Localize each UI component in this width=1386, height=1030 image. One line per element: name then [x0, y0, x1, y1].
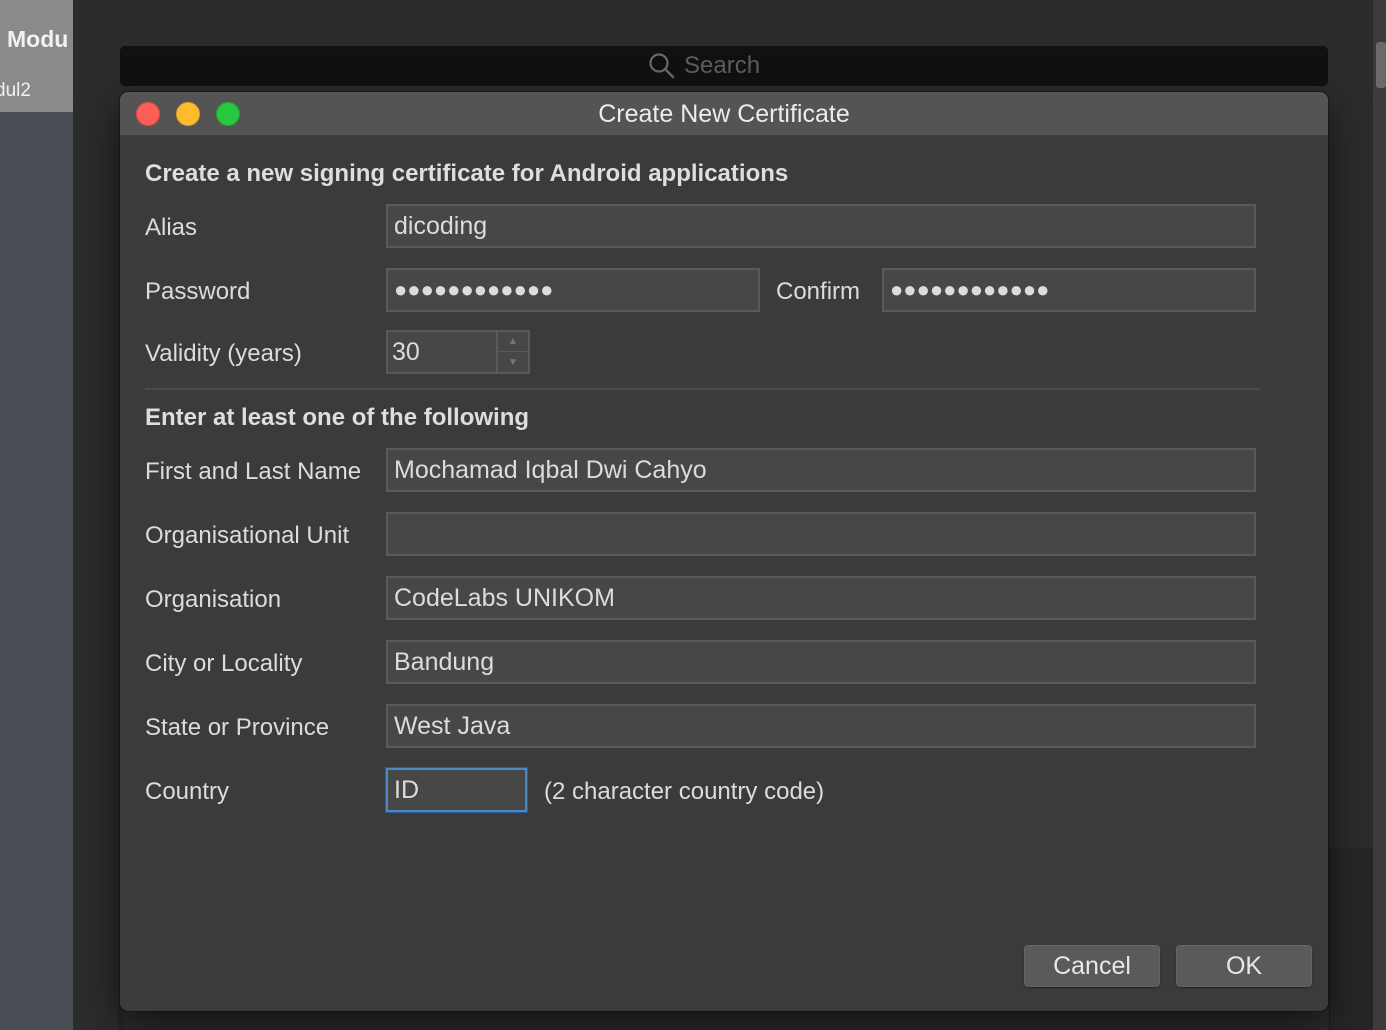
first-last-name-field[interactable]: Mochamad Iqbal Dwi Cahyo — [386, 448, 1256, 492]
organisation-field[interactable]: CodeLabs UNIKOM — [386, 576, 1256, 620]
search-icon — [649, 53, 675, 79]
country-field[interactable]: ID — [386, 768, 527, 812]
validity-spinner[interactable]: 30 ▲ ▼ — [386, 330, 530, 374]
background-panel-edge — [1329, 848, 1373, 1030]
country-label: Country — [145, 778, 230, 805]
background-module-panel: Modu dul2 — [0, 0, 73, 112]
cancel-button[interactable]: Cancel — [1024, 945, 1160, 987]
confirm-password-field[interactable]: ●●●●●●●●●●●● — [882, 268, 1256, 312]
alias-field[interactable]: dicoding — [386, 204, 1256, 248]
alias-label: Alias — [145, 214, 198, 241]
country-hint: (2 character country code) — [544, 778, 825, 805]
validity-value[interactable]: 30 — [392, 332, 420, 372]
decrement-button[interactable]: ▼ — [498, 352, 528, 372]
search-content: Search — [648, 52, 760, 80]
name-label: First and Last Name — [145, 458, 362, 485]
confirm-label: Confirm — [776, 278, 861, 305]
organisational-unit-field[interactable] — [386, 512, 1256, 556]
city-field[interactable]: Bandung — [386, 640, 1256, 684]
section-heading-distinguished-name: Enter at least one of the following — [145, 404, 530, 431]
organisation-label: Organisation — [145, 586, 282, 613]
password-label: Password — [145, 278, 251, 305]
state-label: State or Province — [145, 714, 330, 741]
dialog-title: Create New Certificate — [598, 100, 850, 128]
state-field[interactable]: West Java — [386, 704, 1256, 748]
background-scrollbar-thumb[interactable] — [1376, 42, 1386, 88]
org-unit-label: Organisational Unit — [145, 522, 350, 549]
dialog-titlebar[interactable]: Create New Certificate — [120, 92, 1328, 136]
background-module-sub: dul2 — [0, 80, 31, 101]
validity-stepper: ▲ ▼ — [496, 332, 528, 372]
city-label: City or Locality — [145, 650, 303, 677]
validity-label: Validity (years) — [145, 340, 302, 367]
search-placeholder: Search — [684, 52, 761, 79]
ok-button[interactable]: OK — [1176, 945, 1312, 987]
password-field[interactable]: ●●●●●●●●●●●● — [386, 268, 760, 312]
background-sidebar — [0, 0, 73, 1030]
section-divider — [145, 388, 1260, 390]
background-module-title: Modu — [7, 26, 69, 52]
background-scrollbar[interactable] — [1373, 0, 1386, 1030]
section-heading-certificate: Create a new signing certificate for And… — [145, 160, 789, 187]
increment-button[interactable]: ▲ — [498, 332, 528, 352]
create-certificate-dialog: Create New Certificate Create a new sign… — [120, 92, 1328, 1011]
search-bar[interactable]: Search — [120, 46, 1328, 86]
